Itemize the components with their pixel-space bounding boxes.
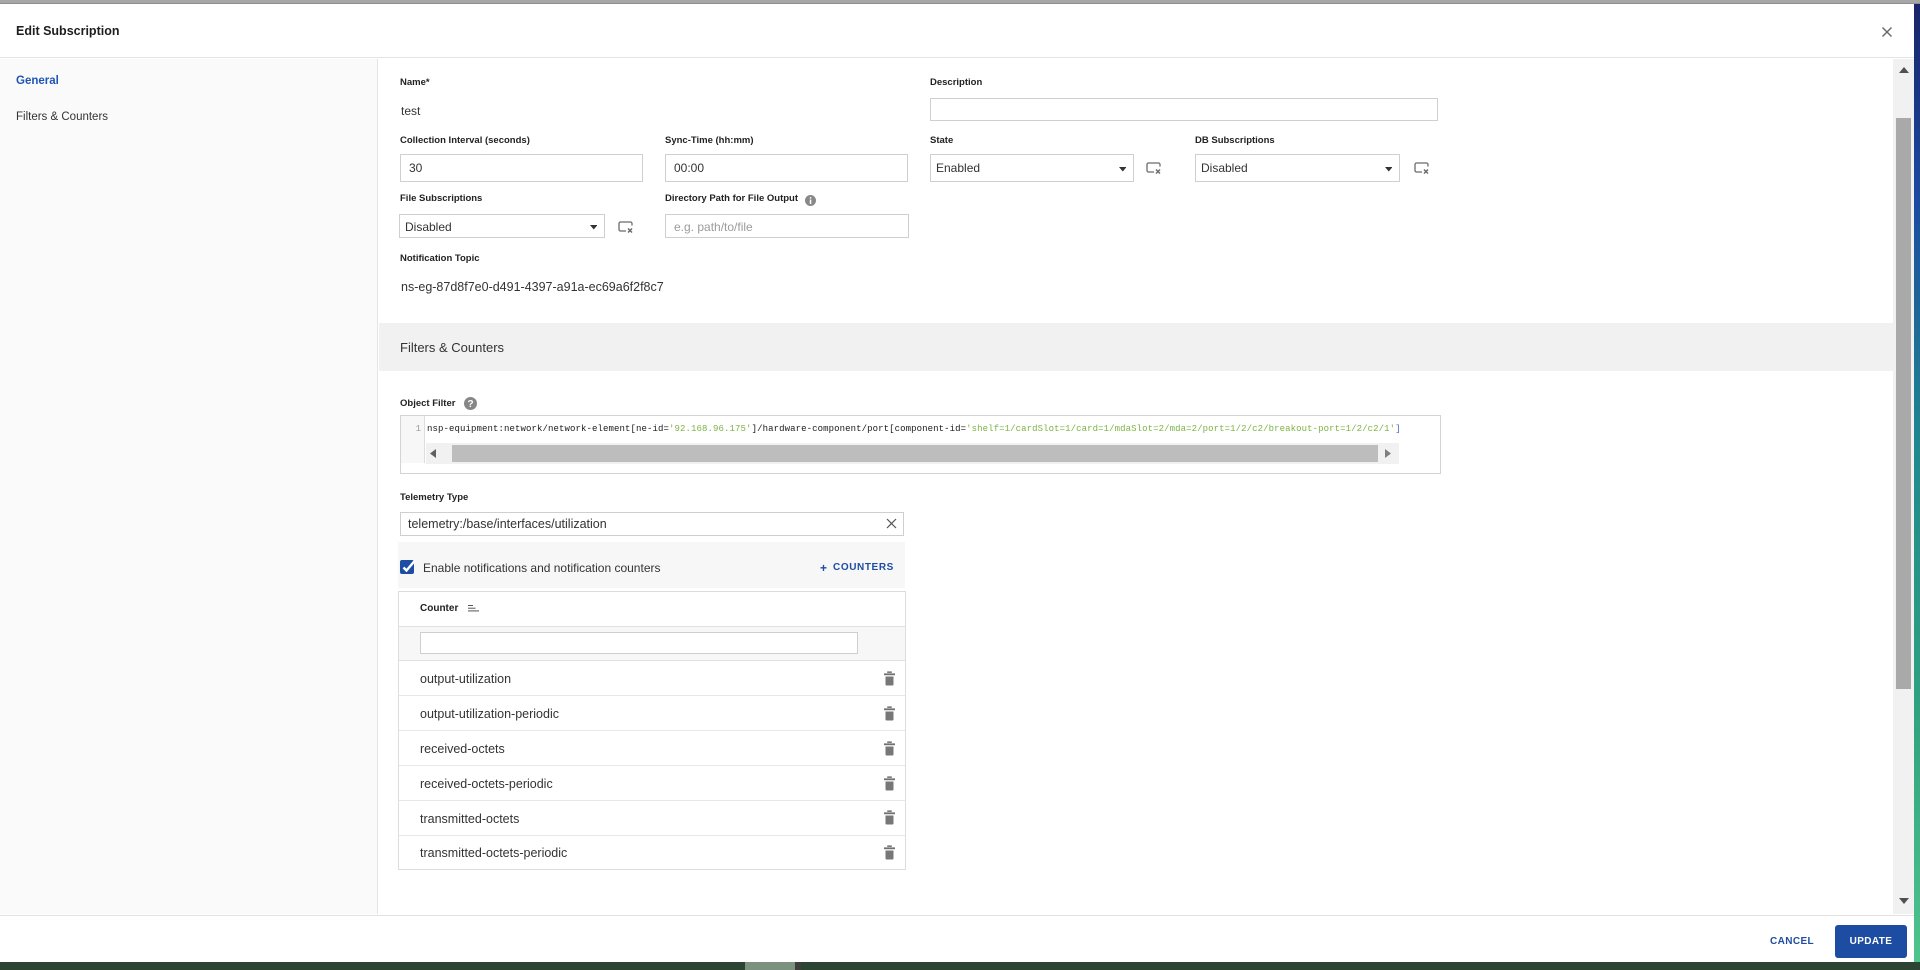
svg-text:?: ? xyxy=(467,399,473,410)
